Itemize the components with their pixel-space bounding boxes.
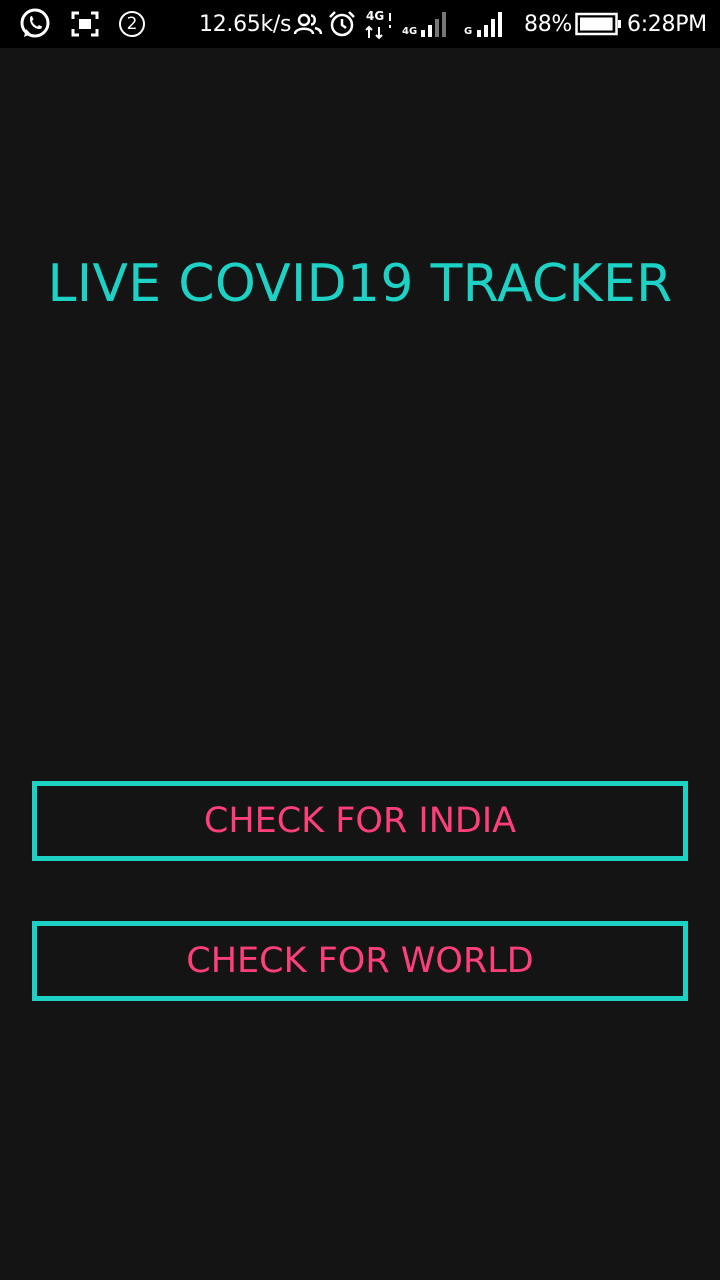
notification-count-icon: 2 bbox=[118, 0, 146, 48]
signal-icon: 4G bbox=[402, 0, 447, 48]
app-title: LIVE COVID19 TRACKER bbox=[47, 254, 673, 314]
status-bar: 2 12.65k/s 4G 4G G 88% 6:28PM bbox=[0, 0, 720, 48]
whatsapp-icon bbox=[18, 0, 52, 48]
app-screen: 2 12.65k/s 4G 4G G 88% 6:28PM LIVE COVID… bbox=[0, 0, 720, 1280]
screenshot-icon bbox=[71, 0, 99, 48]
data-transfer-icon: 4G bbox=[364, 0, 394, 48]
check-world-label: CHECK FOR WORLD bbox=[186, 941, 534, 981]
battery-icon bbox=[575, 0, 623, 48]
clock-text: 6:28PM bbox=[627, 11, 707, 37]
notification-count-text: 2 bbox=[126, 14, 138, 34]
signal-icon: G bbox=[464, 0, 503, 48]
clock: 6:28PM bbox=[627, 0, 707, 48]
network-speed: 12.65k/s bbox=[199, 0, 292, 48]
check-india-label: CHECK FOR INDIA bbox=[203, 801, 517, 841]
network-speed-text: 12.65k/s bbox=[199, 11, 292, 37]
check-india-button[interactable]: CHECK FOR INDIA bbox=[32, 781, 688, 861]
battery-percent: 88% bbox=[524, 0, 572, 48]
sim1-label: 4G bbox=[402, 25, 418, 37]
alarm-icon bbox=[328, 0, 356, 48]
sim2-label: G bbox=[464, 25, 473, 37]
people-icon bbox=[294, 0, 322, 48]
battery-percent-text: 88% bbox=[524, 11, 572, 37]
check-world-button[interactable]: CHECK FOR WORLD bbox=[32, 921, 688, 1001]
